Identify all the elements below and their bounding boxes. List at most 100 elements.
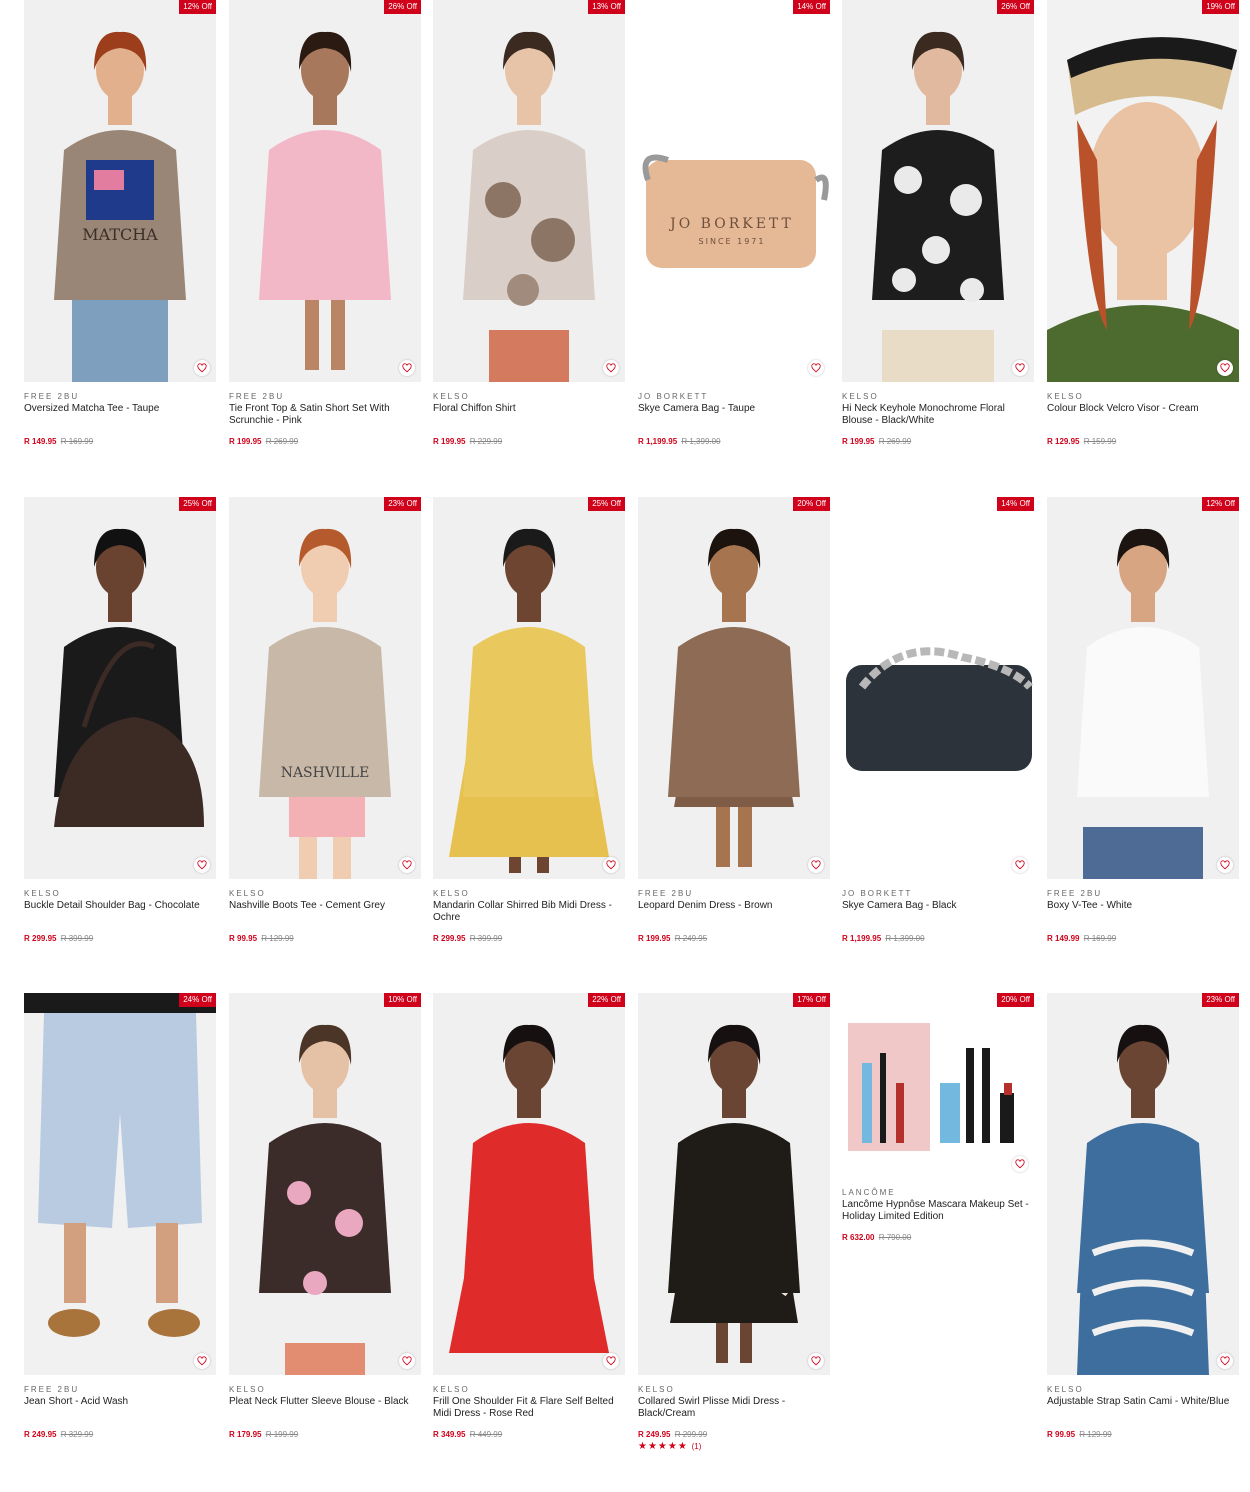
product-price: R 632.00 R 790.00 bbox=[842, 1233, 1034, 1242]
wishlist-heart-icon[interactable] bbox=[603, 1353, 619, 1369]
product-image[interactable]: 23% Off bbox=[1047, 993, 1239, 1375]
product-card[interactable]: 19% Off KELSO Colour Block Velcro Visor - … bbox=[1047, 0, 1239, 446]
original-price: R 269.99 bbox=[878, 437, 912, 446]
product-brand: LANCÔME bbox=[842, 1188, 896, 1197]
rating-stars[interactable]: ★★★★★ (1) bbox=[638, 1441, 830, 1452]
product-name[interactable]: Hi Neck Keyhole Monochrome Floral Blouse… bbox=[842, 403, 1034, 427]
product-price: R 249.95 R 329.99 bbox=[24, 1430, 216, 1439]
product-card[interactable]: JO BORKETT SINCE 1971 14% Off JO BORKETT S… bbox=[638, 0, 830, 446]
sale-price: R 199.95 bbox=[229, 437, 262, 446]
product-image[interactable]: MATCHA 12% Off bbox=[24, 0, 216, 382]
product-name[interactable]: Nashville Boots Tee - Cement Grey bbox=[229, 900, 421, 924]
wishlist-heart-icon[interactable] bbox=[194, 1353, 210, 1369]
wishlist-heart-icon[interactable] bbox=[808, 857, 824, 873]
product-card[interactable]: 25% Off KELSO Buckle Detail Shoulder Bag -… bbox=[24, 497, 216, 943]
wishlist-heart-icon[interactable] bbox=[1217, 857, 1233, 873]
product-card[interactable]: NASHVILLE 23% Off KELSO Nashville Boots Te… bbox=[229, 497, 421, 943]
wishlist-heart-icon[interactable] bbox=[399, 1353, 415, 1369]
product-name[interactable]: Jean Short - Acid Wash bbox=[24, 1396, 216, 1420]
product-name[interactable]: Colour Block Velcro Visor - Cream bbox=[1047, 403, 1239, 427]
product-card[interactable]: 26% Off FREE 2BU Tie Front Top & Satin Sho… bbox=[229, 0, 421, 446]
product-image[interactable]: 20% Off bbox=[842, 993, 1034, 1178]
product-image[interactable]: 14% Off bbox=[842, 497, 1034, 879]
product-card[interactable]: 17% Off KELSO Collared Swirl Plisse Midi D… bbox=[638, 993, 830, 1452]
product-name[interactable]: Floral Chiffon Shirt bbox=[433, 403, 625, 427]
product-brand: KELSO bbox=[433, 889, 470, 898]
product-image[interactable]: 20% Off bbox=[638, 497, 830, 879]
product-name[interactable]: Adjustable Strap Satin Cami - White/Blue bbox=[1047, 1396, 1239, 1420]
discount-badge: 23% Off bbox=[384, 497, 421, 511]
product-name[interactable]: Lancôme Hypnôse Mascara Makeup Set - Hol… bbox=[842, 1199, 1034, 1223]
sale-price: R 99.95 bbox=[1047, 1430, 1076, 1439]
product-card[interactable]: MATCHA 12% Off FREE 2BU Oversized Matcha T… bbox=[24, 0, 216, 446]
product-image[interactable]: 26% Off bbox=[842, 0, 1034, 382]
product-image[interactable]: 10% Off bbox=[229, 993, 421, 1375]
wishlist-heart-icon[interactable] bbox=[808, 360, 824, 376]
wishlist-heart-icon[interactable] bbox=[194, 857, 210, 873]
product-card[interactable]: 20% Off LANCÔME Lancôme Hypnôse Mascara Ma… bbox=[842, 993, 1034, 1242]
product-card[interactable]: 12% Off FREE 2BU Boxy V-Tee - White R 149.9… bbox=[1047, 497, 1239, 943]
wishlist-heart-icon[interactable] bbox=[603, 857, 619, 873]
sale-price: R 249.95 bbox=[638, 1430, 671, 1439]
product-image[interactable]: 19% Off bbox=[1047, 0, 1239, 382]
product-name[interactable]: Buckle Detail Shoulder Bag - Chocolate bbox=[24, 900, 216, 924]
product-card[interactable]: 24% Off FREE 2BU Jean Short - Acid Wash R 2… bbox=[24, 993, 216, 1439]
product-image[interactable]: 26% Off bbox=[229, 0, 421, 382]
product-name[interactable]: Tie Front Top & Satin Short Set With Scr… bbox=[229, 403, 421, 427]
product-image[interactable]: NASHVILLE 23% Off bbox=[229, 497, 421, 879]
original-price: R 269.99 bbox=[265, 437, 299, 446]
product-brand: KELSO bbox=[1047, 1385, 1084, 1394]
product-card[interactable]: 23% Off KELSO Adjustable Strap Satin Cami … bbox=[1047, 993, 1239, 1439]
product-card[interactable]: 22% Off KELSO Frill One Shoulder Fit & Fla… bbox=[433, 993, 625, 1439]
wishlist-heart-icon[interactable] bbox=[399, 857, 415, 873]
product-name[interactable]: Oversized Matcha Tee - Taupe bbox=[24, 403, 216, 427]
product-name[interactable]: Frill One Shoulder Fit & Flare Self Belt… bbox=[433, 1396, 625, 1420]
product-brand: FREE 2BU bbox=[638, 889, 694, 898]
product-name[interactable]: Collared Swirl Plisse Midi Dress - Black… bbox=[638, 1396, 830, 1420]
product-price: R 199.95 R 229.99 bbox=[433, 437, 625, 446]
product-brand: KELSO bbox=[433, 392, 470, 401]
wishlist-heart-icon[interactable] bbox=[194, 360, 210, 376]
sale-price: R 199.95 bbox=[433, 437, 466, 446]
product-card[interactable]: 20% Off FREE 2BU Leopard Denim Dress - Bro… bbox=[638, 497, 830, 943]
wishlist-heart-icon[interactable] bbox=[603, 360, 619, 376]
product-image[interactable]: 22% Off bbox=[433, 993, 625, 1375]
product-image[interactable]: 25% Off bbox=[433, 497, 625, 879]
sale-price: R 179.95 bbox=[229, 1430, 262, 1439]
product-name[interactable]: Leopard Denim Dress - Brown bbox=[638, 900, 830, 924]
discount-badge: 17% Off bbox=[793, 993, 830, 1007]
product-name[interactable]: Skye Camera Bag - Black bbox=[842, 900, 1034, 924]
product-brand: FREE 2BU bbox=[24, 1385, 80, 1394]
discount-badge: 20% Off bbox=[793, 497, 830, 511]
product-card[interactable]: 10% Off KELSO Pleat Neck Flutter Sleeve Bl… bbox=[229, 993, 421, 1439]
svg-text:NASHVILLE: NASHVILLE bbox=[281, 765, 370, 781]
product-image[interactable]: 12% Off bbox=[1047, 497, 1239, 879]
wishlist-heart-icon[interactable] bbox=[808, 1353, 824, 1369]
sale-price: R 199.95 bbox=[638, 934, 671, 943]
discount-badge: 12% Off bbox=[1202, 497, 1239, 511]
product-card[interactable]: 13% Off KELSO Floral Chiffon Shirt R 199.95… bbox=[433, 0, 625, 446]
product-name[interactable]: Skye Camera Bag - Taupe bbox=[638, 403, 830, 427]
product-brand: KELSO bbox=[229, 889, 266, 898]
product-image[interactable]: 17% Off bbox=[638, 993, 830, 1375]
wishlist-heart-icon[interactable] bbox=[1012, 857, 1028, 873]
product-name[interactable]: Boxy V-Tee - White bbox=[1047, 900, 1239, 924]
wishlist-heart-icon[interactable] bbox=[1012, 1156, 1028, 1172]
product-card[interactable]: 14% Off JO BORKETT Skye Camera Bag - Black… bbox=[842, 497, 1034, 943]
product-name[interactable]: Pleat Neck Flutter Sleeve Blouse - Black bbox=[229, 1396, 421, 1420]
product-card[interactable]: 25% Off KELSO Mandarin Collar Shirred Bib … bbox=[433, 497, 625, 943]
wishlist-heart-icon[interactable] bbox=[399, 360, 415, 376]
original-price: R 1,399.00 bbox=[681, 437, 721, 446]
wishlist-heart-icon[interactable] bbox=[1012, 360, 1028, 376]
product-image[interactable]: 13% Off bbox=[433, 0, 625, 382]
product-card[interactable]: 26% Off KELSO Hi Neck Keyhole Monochrome F… bbox=[842, 0, 1034, 446]
product-image[interactable]: 24% Off bbox=[24, 993, 216, 1375]
wishlist-heart-icon[interactable] bbox=[1217, 360, 1233, 376]
product-price: R 129.95 R 159.99 bbox=[1047, 437, 1239, 446]
product-image[interactable]: JO BORKETT SINCE 1971 14% Off bbox=[638, 0, 830, 382]
wishlist-heart-icon[interactable] bbox=[1217, 1353, 1233, 1369]
product-brand: KELSO bbox=[1047, 392, 1084, 401]
product-image[interactable]: 25% Off bbox=[24, 497, 216, 879]
product-name[interactable]: Mandarin Collar Shirred Bib Midi Dress -… bbox=[433, 900, 625, 924]
discount-badge: 25% Off bbox=[588, 497, 625, 511]
